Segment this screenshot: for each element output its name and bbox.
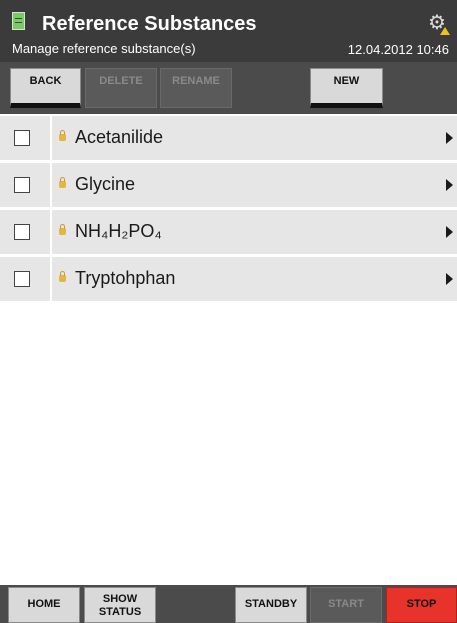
select-checkbox[interactable] bbox=[14, 130, 30, 146]
chevron-right-icon[interactable] bbox=[446, 132, 453, 144]
gear-warning-icon[interactable]: ⚙ bbox=[427, 13, 450, 35]
substance-label: Tryptohphan bbox=[75, 268, 176, 288]
new-button[interactable]: NEW bbox=[310, 68, 383, 108]
datetime-display: 12.04.2012 10:46 bbox=[347, 42, 449, 57]
lock-icon bbox=[59, 224, 66, 235]
standby-button[interactable]: STANDBY bbox=[235, 587, 307, 623]
lock-icon bbox=[59, 271, 66, 282]
top-toolbar: BACK DELETE RENAME NEW bbox=[0, 62, 457, 114]
substance-label: Acetanilide bbox=[75, 127, 164, 147]
delete-button[interactable]: DELETE bbox=[85, 68, 157, 108]
checkbox-cell bbox=[0, 210, 52, 254]
bottom-toolbar: HOME SHOW STATUS STANDBY START STOP bbox=[0, 585, 457, 623]
substance-label: NH₄H₂PO₄ bbox=[75, 221, 162, 241]
list-item[interactable]: Tryptohphan bbox=[0, 257, 457, 301]
checkbox-cell bbox=[0, 163, 52, 207]
checkbox-cell bbox=[0, 116, 52, 160]
select-checkbox[interactable] bbox=[14, 224, 30, 240]
stop-button[interactable]: STOP bbox=[386, 587, 457, 623]
show-status-button[interactable]: SHOW STATUS bbox=[84, 587, 156, 623]
document-list-icon bbox=[12, 12, 25, 30]
start-button[interactable]: START bbox=[310, 587, 382, 623]
chevron-right-icon[interactable] bbox=[446, 226, 453, 238]
substance-label: Glycine bbox=[75, 174, 136, 194]
page-title: Reference Substances bbox=[42, 13, 257, 35]
header-bar: Reference Substances Manage reference su… bbox=[0, 0, 457, 62]
list-item[interactable]: NH₄H₂PO₄ bbox=[0, 210, 457, 254]
rename-button[interactable]: RENAME bbox=[160, 68, 232, 108]
select-checkbox[interactable] bbox=[14, 271, 30, 287]
chevron-right-icon[interactable] bbox=[446, 179, 453, 191]
list-item[interactable]: Acetanilide bbox=[0, 116, 457, 160]
page-subtitle: Manage reference substance(s) bbox=[12, 41, 196, 56]
show-status-line1: SHOW bbox=[102, 593, 138, 605]
substance-list: Acetanilide Glycine NH₄H₂PO₄ Tryptohphan bbox=[0, 116, 457, 304]
chevron-right-icon[interactable] bbox=[446, 273, 453, 285]
warning-triangle-icon bbox=[440, 27, 450, 35]
select-checkbox[interactable] bbox=[14, 177, 30, 193]
lock-icon bbox=[59, 177, 66, 188]
lock-icon bbox=[59, 130, 66, 141]
back-button[interactable]: BACK bbox=[10, 68, 81, 108]
list-item[interactable]: Glycine bbox=[0, 163, 457, 207]
show-status-line2: STATUS bbox=[98, 606, 142, 618]
checkbox-cell bbox=[0, 257, 52, 301]
home-button[interactable]: HOME bbox=[8, 587, 80, 623]
